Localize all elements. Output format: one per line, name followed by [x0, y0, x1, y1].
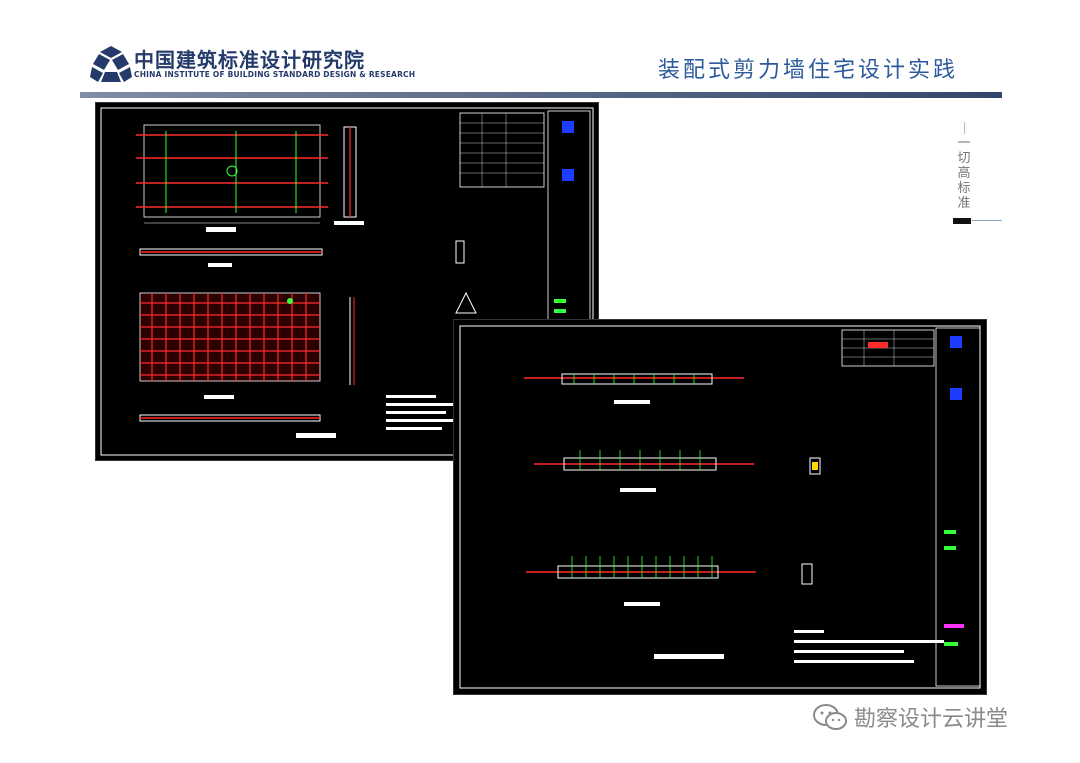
side-divider-top — [964, 122, 965, 134]
watermark-text: 勘察设计云讲堂 — [854, 707, 1009, 732]
logo-title-cn: 中国建筑标准设计研究院 — [134, 48, 365, 72]
side-marker — [953, 218, 971, 224]
watermark: 勘察设计云讲堂 — [812, 702, 1008, 732]
side-marker-line — [972, 220, 1002, 221]
page-title: 装配式剪力墙住宅设计实践 — [657, 58, 958, 83]
logo-title-en: CHINA INSTITUTE OF BUILDING STANDARD DES… — [134, 70, 416, 79]
header-divider — [80, 92, 1002, 98]
cad-drawing-sheet-2 — [454, 320, 986, 694]
side-tagline: 一切高标准 — [957, 136, 971, 211]
wechat-icon — [813, 704, 847, 730]
cad-drawing-2-graphic — [459, 325, 981, 689]
logo-mark-icon — [90, 46, 132, 82]
